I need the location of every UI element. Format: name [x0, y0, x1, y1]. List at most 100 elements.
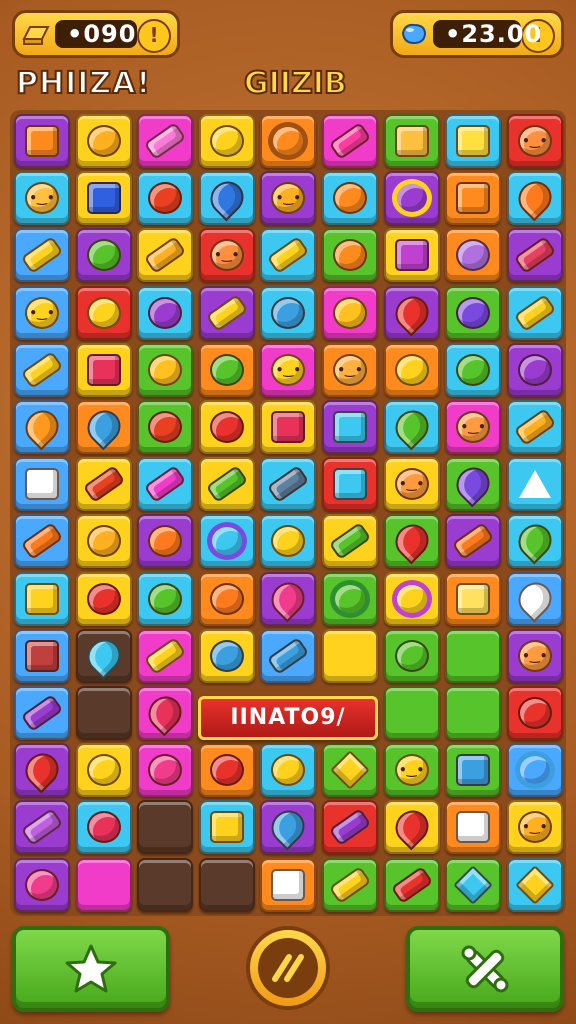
game-tile[interactable] — [75, 457, 132, 512]
game-tile[interactable] — [322, 514, 378, 569]
game-tile[interactable] — [14, 457, 70, 512]
game-tile[interactable]: •‿• — [322, 342, 378, 397]
game-tile[interactable] — [137, 857, 194, 912]
game-tile[interactable]: •‿• — [383, 457, 440, 512]
game-tile[interactable] — [198, 628, 255, 683]
game-tile[interactable] — [198, 285, 255, 340]
game-tile[interactable] — [75, 400, 132, 454]
game-tile[interactable] — [383, 171, 440, 226]
game-tile[interactable] — [322, 171, 378, 226]
game-tile[interactable] — [137, 457, 194, 512]
game-tile[interactable] — [137, 114, 194, 168]
game-tile[interactable] — [14, 114, 70, 168]
game-tile[interactable] — [506, 457, 563, 512]
game-tile[interactable] — [445, 114, 502, 168]
game-tile[interactable] — [322, 228, 378, 283]
game-tile[interactable] — [14, 571, 70, 626]
game-tile[interactable] — [383, 228, 440, 283]
game-tile[interactable] — [137, 342, 194, 397]
game-tile[interactable] — [445, 800, 502, 855]
game-tile[interactable] — [137, 628, 194, 683]
game-tile[interactable] — [506, 571, 563, 626]
game-tile[interactable] — [75, 571, 132, 626]
game-tile[interactable]: •‿• — [14, 285, 70, 340]
game-tile[interactable] — [322, 743, 378, 798]
game-tile[interactable] — [137, 514, 194, 569]
game-tile[interactable] — [75, 514, 132, 569]
game-tile[interactable] — [322, 285, 378, 340]
game-tile[interactable] — [198, 114, 255, 168]
game-tile[interactable] — [506, 514, 563, 569]
game-tile[interactable]: •‿• — [198, 228, 255, 283]
game-tile[interactable] — [137, 171, 194, 226]
game-tile[interactable] — [75, 686, 132, 740]
game-tile[interactable] — [198, 171, 255, 226]
gem-counter[interactable]: •23.00 ! — [390, 10, 564, 58]
game-tile[interactable] — [445, 743, 502, 798]
game-tile[interactable]: •‿• — [506, 628, 563, 683]
game-tile[interactable] — [383, 342, 440, 397]
game-tile[interactable] — [260, 285, 317, 340]
game-tile[interactable] — [198, 514, 255, 569]
game-tile[interactable] — [506, 857, 563, 912]
game-tile[interactable] — [75, 743, 132, 798]
game-tile[interactable] — [14, 743, 70, 798]
game-tile[interactable] — [383, 285, 440, 340]
game-tile[interactable] — [383, 628, 440, 683]
game-tile[interactable]: •‿• — [260, 171, 317, 226]
game-tile[interactable] — [137, 686, 194, 740]
game-tile[interactable] — [506, 228, 563, 283]
game-tile[interactable] — [445, 514, 502, 569]
game-tile[interactable] — [383, 800, 440, 855]
game-tile[interactable] — [445, 228, 502, 283]
game-tile[interactable] — [260, 457, 317, 512]
game-tile[interactable] — [198, 857, 255, 912]
game-tile[interactable] — [383, 400, 440, 454]
game-tile[interactable] — [75, 285, 132, 340]
tools-button[interactable] — [406, 926, 564, 1012]
game-tile[interactable] — [506, 400, 563, 454]
game-tile[interactable] — [75, 857, 132, 912]
game-tile[interactable] — [198, 800, 255, 855]
game-tile[interactable] — [137, 571, 194, 626]
game-tile[interactable] — [260, 743, 317, 798]
game-tile[interactable] — [137, 400, 194, 454]
game-tile[interactable] — [445, 171, 502, 226]
game-tile[interactable] — [14, 400, 70, 454]
game-tile[interactable] — [445, 342, 502, 397]
game-tile[interactable] — [260, 114, 317, 168]
game-tile[interactable] — [137, 285, 194, 340]
game-tile[interactable] — [260, 571, 317, 626]
game-tile[interactable] — [260, 514, 317, 569]
game-tile[interactable] — [75, 171, 132, 226]
game-tile[interactable] — [14, 800, 70, 855]
game-tile[interactable] — [14, 857, 70, 912]
game-tile[interactable] — [322, 571, 378, 626]
game-tile[interactable] — [198, 571, 255, 626]
game-tile[interactable] — [198, 457, 255, 512]
game-tile[interactable] — [14, 342, 70, 397]
coin-info-button[interactable]: ! — [137, 19, 171, 53]
game-tile[interactable] — [198, 400, 255, 454]
game-tile[interactable] — [506, 686, 563, 740]
game-tile[interactable] — [383, 571, 440, 626]
game-tile[interactable] — [198, 342, 255, 397]
game-tile[interactable] — [75, 628, 132, 683]
game-tile[interactable] — [75, 342, 132, 397]
game-tile[interactable] — [445, 571, 502, 626]
game-tile[interactable] — [260, 228, 317, 283]
game-tile[interactable] — [75, 114, 132, 168]
game-tile[interactable]: •‿• — [383, 743, 440, 798]
game-tile[interactable] — [137, 228, 194, 283]
game-tile[interactable] — [75, 228, 132, 283]
game-tile[interactable] — [445, 857, 502, 912]
game-tile[interactable] — [383, 857, 440, 912]
game-tile[interactable] — [137, 743, 194, 798]
game-tile[interactable] — [260, 628, 317, 683]
game-tile[interactable] — [14, 514, 70, 569]
game-tile[interactable] — [198, 743, 255, 798]
game-tile[interactable] — [383, 114, 440, 168]
game-tile[interactable] — [445, 457, 502, 512]
game-tile[interactable] — [322, 800, 378, 855]
game-tile[interactable] — [506, 342, 563, 397]
